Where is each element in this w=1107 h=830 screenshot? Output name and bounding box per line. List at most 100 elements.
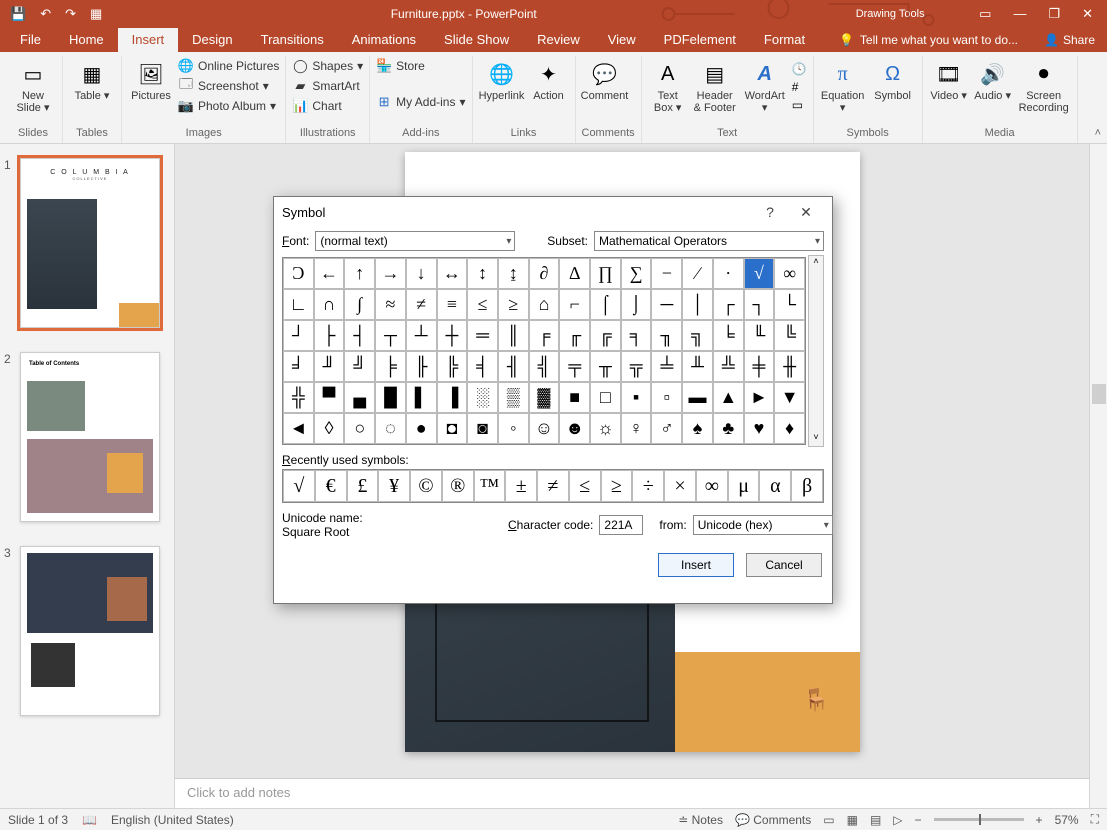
symbol-cell[interactable]: ▐	[437, 382, 468, 413]
symbol-cell[interactable]: ▄	[344, 382, 375, 413]
zoom-in-icon[interactable]: +	[1036, 813, 1043, 827]
symbol-cell[interactable]: ╞	[375, 351, 406, 382]
photo-album-button[interactable]: 📷Photo Album ▾	[178, 96, 279, 116]
symbol-cell[interactable]: ┬	[375, 320, 406, 351]
symbol-cell[interactable]: ▓	[529, 382, 560, 413]
symbol-cell[interactable]: −	[651, 258, 682, 289]
symbol-cell[interactable]: ↓	[406, 258, 437, 289]
symbol-cell[interactable]: ∞	[774, 258, 805, 289]
symbol-cell[interactable]: ◄	[283, 413, 314, 444]
tab-home[interactable]: Home	[55, 28, 118, 52]
recent-symbol-cell[interactable]: √	[283, 470, 315, 502]
symbol-cell[interactable]: ░	[467, 382, 498, 413]
save-icon[interactable]: 💾	[10, 6, 26, 22]
slide-number-icon[interactable]: #	[792, 80, 807, 94]
share-button[interactable]: 👤Share	[1044, 33, 1095, 47]
symbol-cell[interactable]: ≤	[467, 289, 498, 320]
recent-symbols-grid[interactable]: √€£¥©®™±≠≤≥÷×∞μαβ	[282, 469, 824, 503]
tellme-input[interactable]: Tell me what you want to do...	[860, 33, 1018, 47]
comment-button[interactable]: 💬Comment	[582, 56, 628, 102]
char-code-input[interactable]	[599, 515, 643, 535]
sorter-view-icon[interactable]: ▦	[847, 813, 858, 827]
symbol-cell[interactable]: ╔	[590, 320, 621, 351]
symbol-cell[interactable]: ∂	[529, 258, 560, 289]
grid-scrollbar[interactable]: ˄˅	[808, 255, 824, 447]
notes-pane[interactable]: Click to add notes	[175, 778, 1089, 808]
symbol-cell[interactable]: ╣	[529, 351, 560, 382]
symbol-cell[interactable]: ■	[559, 382, 590, 413]
symbol-cell[interactable]: ╚	[774, 320, 805, 351]
symbol-cell[interactable]: ╥	[590, 351, 621, 382]
cancel-button[interactable]: Cancel	[746, 553, 822, 577]
start-from-beginning-icon[interactable]: ▦	[90, 6, 102, 22]
symbol-cell[interactable]: ├	[314, 320, 345, 351]
date-time-icon[interactable]: 🕓	[792, 62, 807, 76]
symbol-cell[interactable]: ☺	[529, 413, 560, 444]
recent-symbol-cell[interactable]: ©	[410, 470, 442, 502]
recent-symbol-cell[interactable]: ≤	[569, 470, 601, 502]
symbol-cell[interactable]: ⌂	[529, 289, 560, 320]
symbol-button[interactable]: ΩSymbol	[870, 56, 916, 102]
symbol-cell[interactable]: ♥	[744, 413, 775, 444]
symbol-cell[interactable]: ┤	[344, 320, 375, 351]
symbol-cell[interactable]: ↕	[467, 258, 498, 289]
thumbnail-3[interactable]	[20, 546, 160, 716]
reading-view-icon[interactable]: ▤	[870, 813, 881, 827]
symbol-cell[interactable]: ◊	[314, 413, 345, 444]
dialog-help-button[interactable]: ?	[752, 204, 788, 220]
symbol-cell[interactable]: ≠	[406, 289, 437, 320]
comments-toggle[interactable]: 💬 Comments	[735, 813, 811, 827]
symbol-cell[interactable]: ♠	[682, 413, 713, 444]
notes-toggle[interactable]: ≐ Notes	[678, 813, 723, 827]
symbol-cell[interactable]: →	[375, 258, 406, 289]
symbol-cell[interactable]: ◦	[498, 413, 529, 444]
spellcheck-icon[interactable]: 📖	[82, 813, 97, 827]
symbol-cell[interactable]: ╪	[744, 351, 775, 382]
tab-pdfelement[interactable]: PDFelement	[650, 28, 750, 52]
symbol-cell[interactable]: ♦	[774, 413, 805, 444]
symbol-cell[interactable]: ∏	[590, 258, 621, 289]
symbol-cell[interactable]: ┐	[744, 289, 775, 320]
symbol-cell[interactable]: ╖	[651, 320, 682, 351]
new-slide-button[interactable]: ▭New Slide ▾	[10, 56, 56, 114]
tab-file[interactable]: File	[6, 28, 55, 52]
symbol-cell[interactable]: ☼	[590, 413, 621, 444]
recent-symbol-cell[interactable]: ®	[442, 470, 474, 502]
symbol-cell[interactable]: ┼	[437, 320, 468, 351]
hyperlink-button[interactable]: 🌐Hyperlink	[479, 56, 525, 102]
symbol-cell[interactable]: ╧	[651, 351, 682, 382]
symbol-cell[interactable]: ╤	[559, 351, 590, 382]
symbol-cell[interactable]: │	[682, 289, 713, 320]
symbol-cell[interactable]: ╨	[682, 351, 713, 382]
symbol-cell[interactable]: ╢	[498, 351, 529, 382]
recent-symbol-cell[interactable]: ∞	[696, 470, 728, 502]
symbol-cell[interactable]: ┌	[713, 289, 744, 320]
table-button[interactable]: ▦Table ▾	[69, 56, 115, 102]
vertical-scrollbar[interactable]	[1089, 144, 1107, 808]
symbol-cell[interactable]: ≈	[375, 289, 406, 320]
symbol-cell[interactable]: ║	[498, 320, 529, 351]
symbol-cell[interactable]: ▒	[498, 382, 529, 413]
symbol-cell[interactable]: ╘	[713, 320, 744, 351]
symbol-cell[interactable]: ♣	[713, 413, 744, 444]
normal-view-icon[interactable]: ▭	[823, 813, 834, 827]
tab-slideshow[interactable]: Slide Show	[430, 28, 523, 52]
zoom-slider[interactable]	[934, 818, 1024, 821]
tab-design[interactable]: Design	[178, 28, 246, 52]
symbol-cell[interactable]: ∆	[559, 258, 590, 289]
collapse-ribbon-icon[interactable]: ˄	[1095, 127, 1101, 139]
slideshow-view-icon[interactable]: ▷	[893, 813, 902, 827]
tab-insert[interactable]: Insert	[118, 28, 179, 52]
symbol-cell[interactable]: □	[590, 382, 621, 413]
symbol-cell[interactable]: ∕	[682, 258, 713, 289]
symbol-cell[interactable]: ╫	[774, 351, 805, 382]
symbol-cell[interactable]: ╙	[744, 320, 775, 351]
symbol-cell[interactable]: └	[774, 289, 805, 320]
thumbnail-1[interactable]: C O L U M B I A COLLECTIVE	[20, 158, 160, 328]
symbol-cell[interactable]: ╛	[283, 351, 314, 382]
tab-transitions[interactable]: Transitions	[247, 28, 338, 52]
symbol-cell[interactable]: Ͻ	[283, 258, 314, 289]
video-button[interactable]: 🎞Video ▾	[929, 56, 969, 102]
symbol-cell[interactable]: ►	[744, 382, 775, 413]
symbol-cell[interactable]: █	[375, 382, 406, 413]
